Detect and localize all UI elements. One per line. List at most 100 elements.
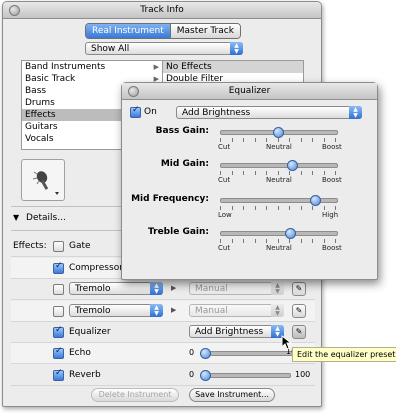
eq-slider-knob[interactable]	[286, 160, 298, 171]
echo-checkbox[interactable]	[53, 346, 64, 359]
slider-min-label: 0	[189, 370, 195, 379]
delete-instrument-button[interactable]: Delete Instrument	[91, 388, 179, 402]
equalizer-checkbox[interactable]	[53, 325, 64, 338]
scale-right-label: Boost	[322, 244, 342, 252]
edit-pencil-icon[interactable]: ✎	[292, 282, 306, 296]
equalizer-titlebar[interactable]: Equalizer	[122, 83, 377, 100]
effect-row-tremolo-2: Tremolo ▲ ▼ ▶ Manual ▲ ▼ ✎	[11, 301, 315, 322]
show-filter-value: Show All	[91, 44, 130, 54]
tick-mark	[220, 138, 221, 142]
track-info-titlebar[interactable]: Track Info	[3, 2, 321, 19]
popup-arrows-icon: ▲ ▼	[271, 304, 284, 317]
scale-left-label: Cut	[218, 143, 231, 151]
tick-mark	[289, 206, 290, 210]
tab-master-track[interactable]: Master Track	[169, 24, 240, 38]
effect-row-echo: Echo 0	[11, 343, 315, 364]
effect-name: Compressor	[69, 263, 123, 273]
tremolo-1-checkbox[interactable]	[53, 284, 64, 295]
tick-mark	[266, 239, 267, 243]
show-filter-popup[interactable]: Show All ▲ ▼	[85, 42, 243, 55]
effect-name: Equalizer	[69, 327, 111, 337]
scale-mid-label: Neutral	[266, 143, 292, 151]
tick-mark	[220, 239, 221, 243]
scale-right-label: Boost	[322, 176, 342, 184]
tick-mark	[301, 171, 302, 175]
tremolo-2-preset-popup[interactable]: Manual ▲ ▼	[189, 304, 284, 317]
tick-mark	[324, 206, 325, 210]
preset-value: Manual	[195, 306, 228, 316]
category-label: Drums	[25, 98, 55, 108]
category-label: Guitars	[25, 122, 58, 132]
close-window-button[interactable]	[128, 86, 139, 97]
popup-arrows-icon: ▲ ▼	[230, 42, 243, 55]
tick-mark	[301, 206, 302, 210]
scale-right-label: Boost	[322, 143, 342, 151]
tick-mark	[289, 239, 290, 243]
close-window-button[interactable]	[9, 5, 20, 16]
tremolo-1-preset-popup[interactable]: Manual ▲ ▼	[189, 282, 284, 295]
effect-name: Echo	[69, 348, 91, 358]
details-disclosure[interactable]: ▼ Details...	[13, 213, 66, 223]
echo-slider-track[interactable]	[201, 351, 293, 356]
effect-name: Gate	[69, 241, 91, 251]
list-item[interactable]: Band Instruments ▶	[22, 61, 162, 73]
on-label: On	[144, 107, 157, 117]
equalizer-preset-popup[interactable]: Add Brightness ▲ ▼	[189, 325, 284, 338]
tick-mark	[289, 171, 290, 175]
category-label: Vocals	[25, 134, 54, 144]
tremolo-2-effect-popup[interactable]: Tremolo ▲ ▼	[69, 304, 163, 317]
reverb-slider-track[interactable]	[201, 373, 291, 378]
tick-mark	[335, 239, 336, 243]
reverb-checkbox[interactable]	[53, 368, 64, 381]
popup-arrows-icon: ▲ ▼	[271, 282, 284, 295]
equalizer-title: Equalizer	[228, 86, 271, 96]
echo-slider-knob[interactable]	[200, 348, 211, 359]
tremolo-2-checkbox[interactable]	[53, 306, 64, 317]
scale-left-label: Cut	[218, 244, 231, 252]
tick-mark	[243, 138, 244, 142]
tick-mark	[232, 239, 233, 243]
eq-slider-knob[interactable]	[310, 195, 322, 206]
save-instrument-button[interactable]: Save Instrument...	[189, 388, 275, 402]
instrument-icon-picker[interactable]	[21, 159, 65, 201]
tick-mark	[266, 206, 267, 210]
equalizer-preset-value: Add Brightness	[182, 108, 251, 118]
track-info-title: Track Info	[140, 5, 184, 15]
effect-name: Tremolo	[75, 306, 111, 316]
eq-slider-knob[interactable]	[273, 127, 284, 138]
eq-slider-track[interactable]	[220, 163, 338, 168]
tick-mark	[324, 138, 325, 142]
tick-mark	[255, 138, 256, 142]
tab-real-instrument[interactable]: Real Instrument	[86, 24, 170, 38]
scale-mid-label: Neutral	[266, 176, 292, 184]
edit-equalizer-pencil-icon[interactable]: ✎	[292, 325, 306, 339]
eq-slider-knob[interactable]	[284, 228, 296, 239]
eq-slider-ticks	[220, 206, 336, 211]
preset-value: Manual	[195, 284, 228, 294]
tick-mark	[266, 171, 267, 175]
tooltip: Edit the equalizer preset.	[292, 347, 396, 362]
compressor-checkbox[interactable]	[53, 261, 64, 274]
effect-row-equalizer: Equalizer Add Brightness ▲▼ ✎	[11, 322, 315, 343]
details-label: Details...	[26, 213, 66, 223]
scale-mid-label: Neutral	[266, 244, 292, 252]
tick-mark	[278, 239, 279, 243]
tick-mark	[335, 171, 336, 175]
tick-mark	[255, 171, 256, 175]
equalizer-on-checkbox[interactable]	[130, 105, 141, 118]
equalizer-preset-popup[interactable]: Add Brightness ▲ ▼	[176, 106, 362, 119]
tick-mark	[243, 171, 244, 175]
list-item[interactable]: No Effects	[163, 61, 303, 73]
tick-mark	[278, 171, 279, 175]
tick-mark	[278, 138, 279, 142]
effect-name: Reverb	[69, 370, 101, 380]
eq-slider-track[interactable]	[220, 231, 338, 236]
category-label: Basic Track	[25, 74, 76, 84]
tick-mark	[243, 239, 244, 243]
eq-slider-label: Mid Frequency:	[131, 194, 209, 204]
effect-name: Tremolo	[75, 284, 111, 294]
reverb-slider-knob[interactable]	[200, 370, 211, 381]
gate-checkbox[interactable]	[53, 241, 64, 252]
edit-pencil-icon[interactable]: ✎	[292, 304, 306, 318]
tremolo-1-effect-popup[interactable]: Tremolo ▲ ▼	[69, 282, 163, 295]
